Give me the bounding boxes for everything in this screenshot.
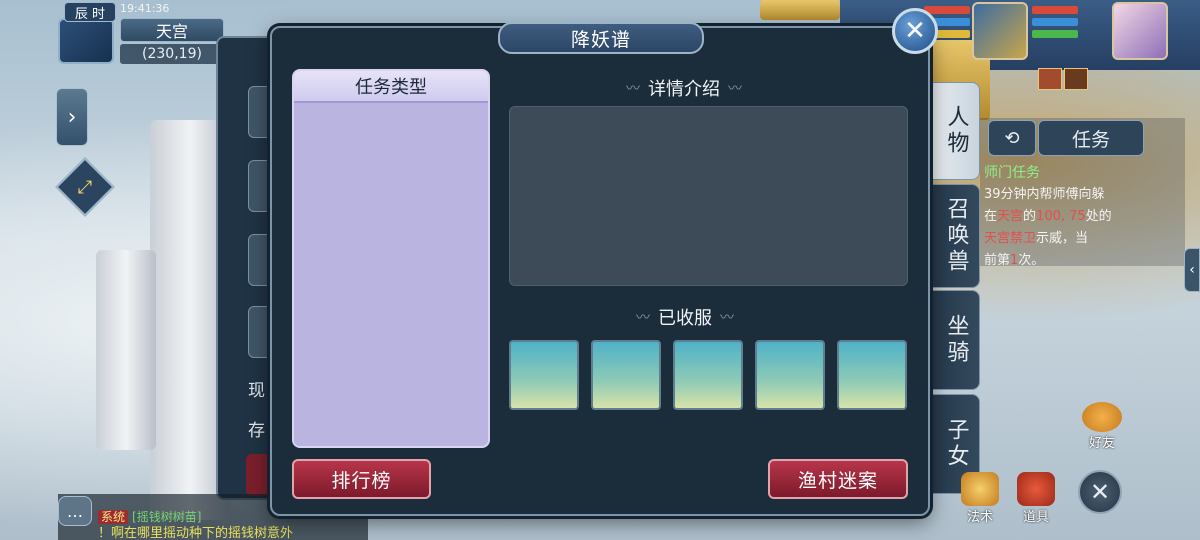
task-text: 在	[984, 209, 998, 224]
chat-bubble-icon[interactable]: …	[58, 496, 92, 526]
task-text: 示威，当	[1036, 231, 1089, 246]
detail-section-label: 〰 详情介绍 〰	[618, 75, 750, 101]
swirl-ornament-icon: 〰	[728, 81, 742, 97]
minimap-icon[interactable]	[58, 18, 114, 64]
coordinates: (230,19)	[120, 44, 224, 64]
captured-section-label: 〰 已收服 〰	[628, 304, 742, 330]
task-type-header: 任务类型	[294, 71, 488, 103]
swirl-ornament-icon: 〰	[636, 310, 650, 326]
items-label: 道具	[1022, 510, 1049, 525]
bag-text: 现	[248, 381, 265, 401]
captured-slot[interactable]	[591, 340, 661, 410]
tab-mount[interactable]: 坐骑	[932, 290, 980, 390]
modal-title: 降妖谱	[498, 22, 704, 54]
task-text: 处的	[1085, 209, 1112, 224]
captured-slot[interactable]	[755, 340, 825, 410]
pet-avatar[interactable]	[972, 2, 1028, 60]
detail-box	[509, 106, 908, 286]
task-text: 前第	[984, 253, 1011, 268]
buff-icon[interactable]	[1064, 68, 1088, 90]
player-hp-bar	[1032, 6, 1078, 14]
handshake-icon	[1082, 402, 1122, 432]
expand-left-arrow-icon[interactable]: ›	[56, 88, 88, 146]
task-text: 39分钟内帮师傅向躲	[984, 187, 1105, 202]
fishing-village-case-button[interactable]: 渔村迷案	[768, 459, 908, 499]
task-text: 的	[1023, 209, 1037, 224]
location-panel[interactable]: 辰 时 19:41:36 天宫 (230,19)	[58, 2, 226, 64]
expand-arrows-icon: ⤢	[77, 176, 93, 198]
task-type-list[interactable]: 任务类型	[292, 69, 490, 448]
background-bag-panel: 现 存	[216, 36, 288, 500]
bag-text: 存	[248, 421, 265, 441]
player-mp-bar	[1032, 18, 1078, 26]
magic-button[interactable]: 法术	[958, 472, 1002, 525]
task-description[interactable]: 39分钟内帮师傅向躲 在天宫的100, 75处的 天宫禁卫示威，当 前第1次。	[984, 184, 1134, 272]
items-button[interactable]: 道具	[1014, 472, 1058, 525]
gold-ornament	[760, 0, 840, 20]
friends-button[interactable]: 好友	[1080, 402, 1124, 451]
task-tracker-header: ⟲ 任务	[988, 120, 1178, 156]
player-avatar[interactable]	[1112, 2, 1168, 60]
captured-slot[interactable]	[673, 340, 743, 410]
ranking-button[interactable]: 排行榜	[292, 459, 431, 499]
task-target: 天宫禁卫	[984, 231, 1037, 246]
chat-line: ！啊在哪里摇动种下的摇钱树意外	[98, 526, 294, 540]
close-menu-button[interactable]: ✕	[1078, 470, 1122, 514]
task-coords: 100, 75	[1036, 209, 1086, 224]
tab-character[interactable]: 人物	[932, 82, 980, 180]
task-location: 天宫	[997, 209, 1024, 224]
task-title[interactable]: 师门任务	[984, 162, 1040, 182]
magic-icon	[961, 472, 999, 506]
captured-slot[interactable]	[837, 340, 907, 410]
tab-summon[interactable]: 召唤兽	[932, 184, 980, 288]
time-badge: 辰 时	[64, 2, 116, 22]
close-icon[interactable]: ✕	[892, 8, 938, 54]
history-icon[interactable]: ⟲	[988, 120, 1036, 156]
treasure-chest-icon	[1017, 472, 1055, 506]
buff-icon[interactable]	[1038, 68, 1062, 90]
detail-label: 详情介绍	[648, 79, 720, 100]
collapse-right-arrow-icon[interactable]: ‹	[1184, 248, 1200, 292]
swirl-ornament-icon: 〰	[720, 310, 734, 326]
captured-slot[interactable]	[509, 340, 579, 410]
friends-label: 好友	[1088, 436, 1115, 451]
hp-bar	[924, 6, 970, 14]
player-anger-bar	[1032, 30, 1078, 38]
stone-pillar	[96, 250, 156, 450]
swirl-ornament-icon: 〰	[626, 81, 640, 97]
captured-label: 已收服	[658, 308, 712, 329]
task-tab[interactable]: 任务	[1038, 120, 1144, 156]
clock-text: 19:41:36	[120, 2, 170, 15]
task-text: 次。	[1018, 253, 1045, 268]
map-name: 天宫	[120, 18, 224, 42]
magic-label: 法术	[966, 510, 993, 525]
